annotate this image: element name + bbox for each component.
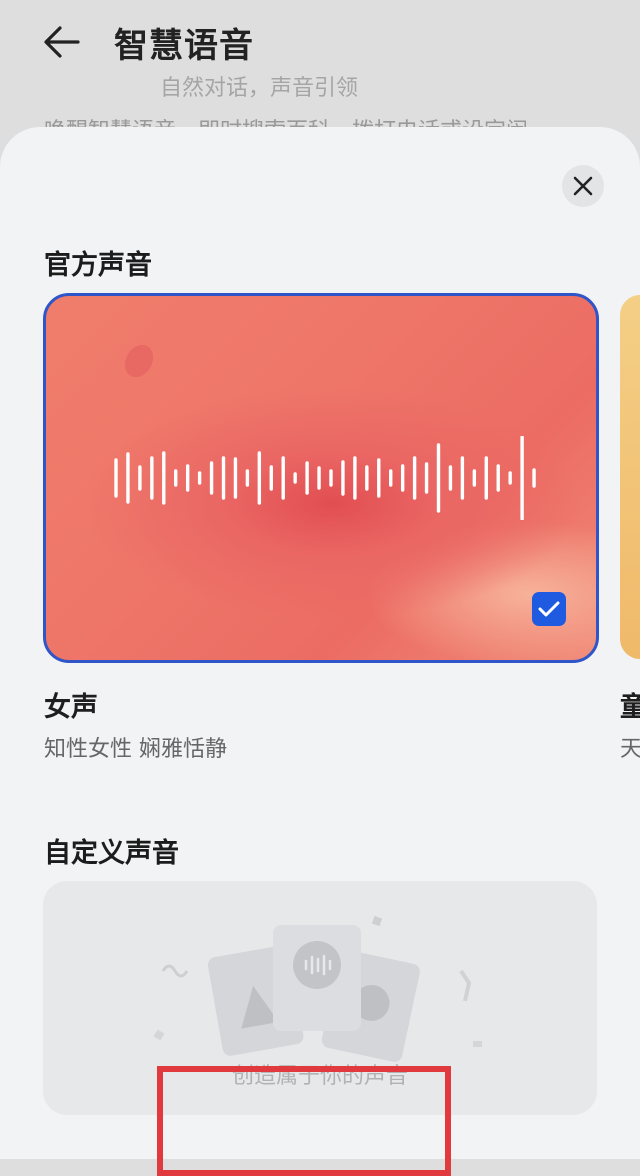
voice-card-female[interactable]	[43, 293, 599, 663]
voice-description: 知性女性 娴雅恬静	[44, 737, 227, 762]
voice-selection-sheet: 官方声音 女声 知性女性 娴雅恬静 童 天 自定义声音 创造属于你的声音	[0, 127, 640, 1159]
close-button[interactable]	[562, 165, 604, 207]
waveform-icon	[114, 436, 536, 520]
voice-name-next: 童	[620, 692, 640, 723]
voice-cards-illustration-icon	[153, 915, 482, 1062]
custom-voices-title: 自定义声音	[44, 838, 179, 869]
voice-name: 女声	[44, 692, 98, 723]
red-highlight-box	[157, 1066, 451, 1176]
decorative-blob	[119, 339, 159, 383]
voice-description-next: 天	[620, 737, 640, 762]
arrow-left-icon	[44, 26, 80, 58]
selected-checkbox[interactable]	[532, 592, 566, 626]
checkmark-icon	[538, 601, 560, 617]
page-title: 智慧语音	[114, 26, 254, 66]
close-icon	[573, 176, 593, 196]
voice-card-child[interactable]	[620, 295, 640, 659]
background-headline: 自然对话，声音引领	[160, 76, 359, 101]
official-voices-title: 官方声音	[44, 250, 152, 281]
back-button[interactable]	[40, 22, 84, 62]
